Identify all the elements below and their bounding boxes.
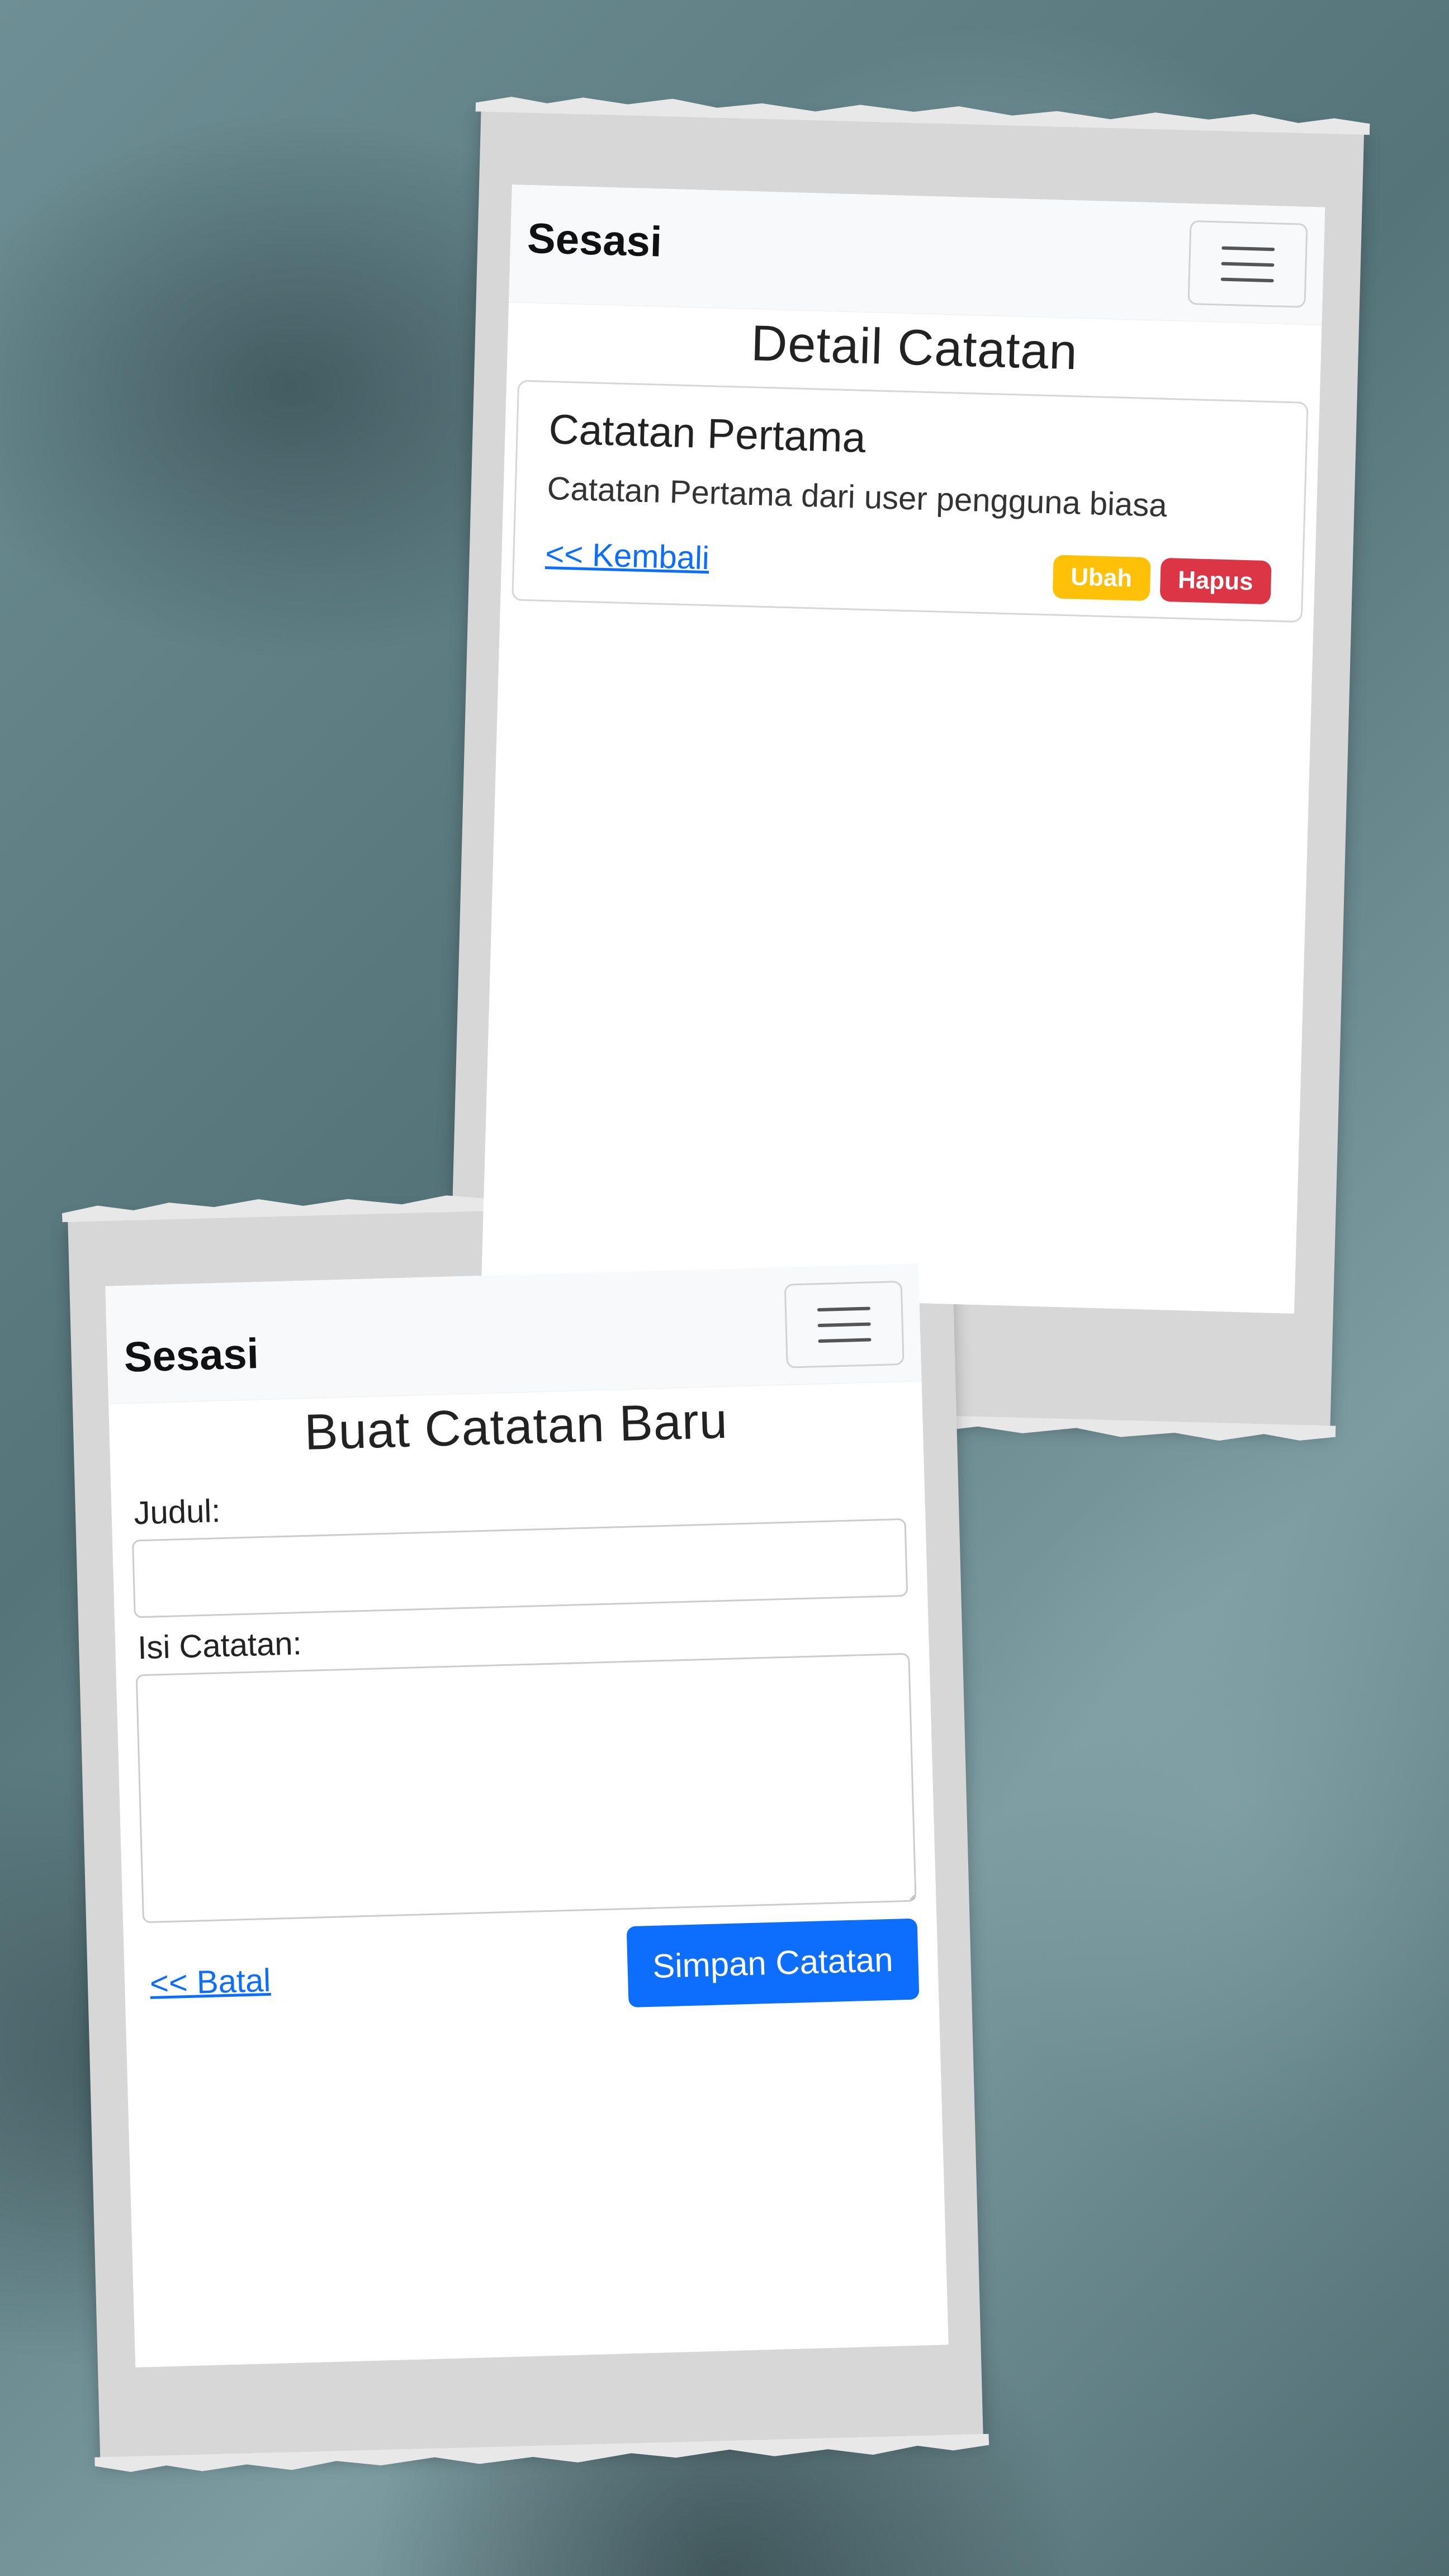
save-note-button[interactable]: Simpan Catatan [626, 1918, 920, 2008]
detail-note-screen: Sesasi Detail Catatan Catatan Pertama Ca… [481, 184, 1325, 1314]
create-note-form: Judul: Isi Catatan: << Batal Simpan Cata… [110, 1445, 939, 2030]
isi-catatan-textarea[interactable] [135, 1652, 917, 1924]
hamburger-icon [817, 1306, 870, 1311]
hamburger-icon [818, 1337, 872, 1343]
hamburger-icon [817, 1322, 871, 1327]
note-title: Catatan Pertama [548, 405, 866, 461]
edit-button[interactable]: Ubah [1052, 555, 1151, 602]
card-footer: << Kembali Ubah Hapus [544, 529, 1272, 605]
note-body: Catatan Pertama dari user pengguna biasa [546, 470, 1168, 524]
delete-button[interactable]: Hapus [1159, 557, 1272, 605]
form-actions: << Batal Simpan Catatan [143, 1918, 920, 2030]
hamburger-icon [1221, 262, 1275, 267]
cancel-link[interactable]: << Batal [149, 1962, 271, 2002]
note-card: Catatan Pertama Catatan Pertama dari use… [512, 380, 1309, 623]
navbar-brand[interactable]: Sesasi [527, 214, 662, 267]
navbar-toggler-button[interactable] [784, 1280, 905, 1368]
judul-input[interactable] [131, 1518, 908, 1618]
hamburger-icon [1220, 277, 1274, 282]
navbar: Sesasi [105, 1263, 922, 1404]
create-note-screen: Sesasi Buat Catatan Baru Judul: Isi Cata… [105, 1263, 949, 2367]
back-link[interactable]: << Kembali [545, 535, 710, 577]
navbar-toggler-button[interactable] [1187, 220, 1308, 308]
action-badges: Ubah Hapus [1052, 555, 1272, 605]
hamburger-icon [1221, 246, 1275, 251]
navbar-brand[interactable]: Sesasi [124, 1329, 259, 1382]
navbar: Sesasi [509, 184, 1325, 325]
